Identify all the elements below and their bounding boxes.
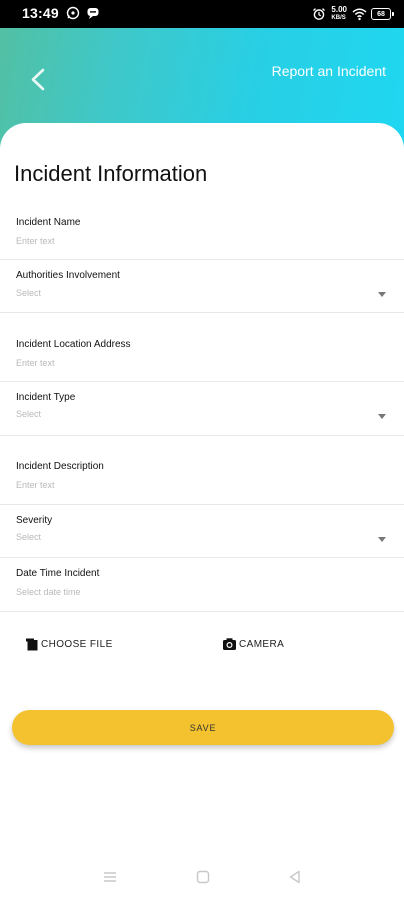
incident-location-address-field[interactable]: Incident Location Address Enter text — [0, 312, 404, 382]
chevron-down-icon[interactable] — [378, 537, 386, 542]
system-nav-bar — [0, 860, 404, 900]
wifi-icon — [352, 7, 367, 21]
status-bar: 13:49 5.00 KB/S 68 — [0, 0, 404, 28]
incident-name-input[interactable]: Enter text — [16, 236, 55, 246]
speed-unit: KB/S — [331, 15, 346, 21]
date-time-incident-picker[interactable]: Select date time — [16, 587, 81, 597]
incident-description-label: Incident Description — [16, 461, 104, 472]
menu-icon[interactable] — [103, 870, 117, 889]
camera-button[interactable]: CAMERA — [222, 637, 284, 651]
incident-type-label: Incident Type — [16, 392, 76, 403]
date-time-incident-field[interactable]: Date Time Incident Select date time — [0, 557, 404, 612]
page-title: Report an Incident — [271, 63, 386, 79]
choose-file-button[interactable]: CHOOSE FILE — [25, 637, 113, 651]
form-card: Incident Information Incident Name Enter… — [0, 123, 404, 900]
back-button[interactable] — [22, 64, 52, 94]
authorities-involvement-label: Authorities Involvement — [16, 270, 120, 281]
home-square-icon[interactable] — [196, 870, 210, 889]
chat-bubble-icon — [86, 6, 100, 20]
whatsapp-icon — [66, 6, 80, 20]
status-right-icons: 5.00 KB/S 68 — [312, 6, 394, 22]
back-triangle-icon[interactable] — [288, 870, 302, 889]
incident-type-select[interactable]: Select — [16, 409, 41, 419]
incident-type-field[interactable]: Incident Type Select — [0, 381, 404, 436]
camera-label: CAMERA — [239, 638, 285, 650]
section-title: Incident Information — [14, 161, 208, 186]
camera-icon — [222, 637, 237, 651]
incident-description-field[interactable]: Incident Description Enter text — [0, 435, 404, 505]
incident-name-field[interactable]: Incident Name Enter text — [0, 209, 404, 260]
incident-location-address-label: Incident Location Address — [16, 339, 131, 350]
chevron-left-icon — [31, 68, 45, 91]
severity-label: Severity — [16, 515, 53, 526]
incident-name-label: Incident Name — [16, 217, 81, 228]
authorities-involvement-field[interactable]: Authorities Involvement Select — [0, 259, 404, 313]
incident-description-input[interactable]: Enter text — [16, 480, 55, 490]
chevron-down-icon[interactable] — [378, 292, 386, 297]
chevron-down-icon[interactable] — [378, 414, 386, 419]
status-left-icons — [66, 6, 100, 20]
severity-field[interactable]: Severity Select — [0, 504, 404, 558]
severity-select[interactable]: Select — [16, 532, 41, 542]
status-time: 13:49 — [22, 5, 59, 21]
speed-value: 5.00 — [331, 5, 347, 14]
incident-location-address-input[interactable]: Enter text — [16, 358, 55, 368]
battery-level: 68 — [371, 8, 391, 20]
alarm-icon — [312, 7, 326, 21]
file-icon — [25, 637, 39, 651]
date-time-incident-label: Date Time Incident — [16, 568, 100, 579]
battery-icon: 68 — [371, 8, 394, 20]
speed-indicator-icon: 5.00 KB/S — [331, 6, 347, 22]
choose-file-label: CHOOSE FILE — [41, 638, 113, 650]
save-button[interactable]: SAVE — [12, 710, 394, 745]
authorities-involvement-select[interactable]: Select — [16, 288, 41, 298]
